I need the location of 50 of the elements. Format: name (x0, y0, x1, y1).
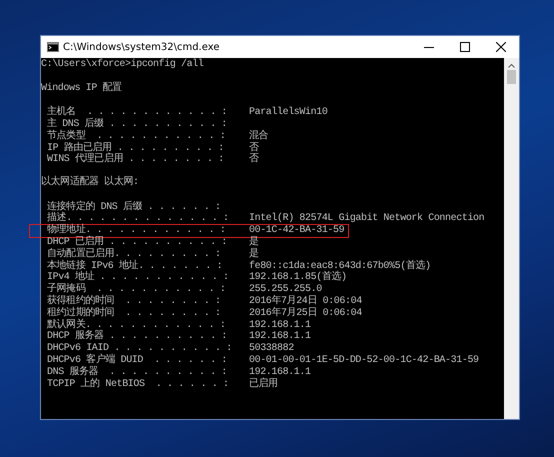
entry-label: 连接特定的 DNS 后缀 . . . . . . : (47, 202, 222, 213)
entry-label: 主 DNS 后缀 . . . . . . . . . . : (47, 118, 228, 130)
entry-value: 是 (249, 236, 259, 248)
entry-value: 2016年7月24日 0:06:04 (249, 296, 362, 307)
console-line: C:\Users\xforce>ipconfig /all (41, 59, 204, 70)
entry-label: 描述. . . . . . . . . . . . . . : (47, 213, 230, 224)
entry-value: 2016年7月25日 0:06:04 (249, 308, 362, 320)
entry-label: 租约过期的时间 . . . . . . . . : (47, 308, 222, 319)
entry-value: Intel(R) 82574L Gigabit Network Connection (249, 213, 484, 225)
console-line: Windows IP 配置 (41, 82, 122, 94)
entry-value: 192.168.1.1 (249, 320, 311, 331)
entry-label: WINS 代理已启用 . . . . . . . . : (47, 154, 225, 166)
entry-value: 00-1C-42-BA-31-59 (249, 225, 344, 236)
entry-label: TCPIP 上的 NetBIOS . . . . . . : (47, 378, 230, 390)
section-heading: 以太网适配器 以太网: (41, 176, 139, 188)
entry-label: DHCP 服务器 . . . . . . . . . . : (47, 331, 228, 343)
entry-label: DHCPv6 IAID . . . . . . . . . . : (47, 343, 233, 354)
entry-value: 已启用 (249, 378, 278, 390)
console-icon (47, 42, 59, 52)
close-icon (496, 42, 506, 52)
entry-label: 自动配置已启用. . . . . . . . . : (47, 248, 222, 260)
entry-label: 子网掩码 . . . . . . . . . . . : (47, 284, 226, 296)
window-title: C:\Windows\system32\cmd.exe (63, 40, 220, 54)
entry-value: 192.168.1.1 (249, 331, 311, 343)
entry-value: 192.168.1.85(首选) (249, 272, 347, 284)
entry-label: 主机名 . . . . . . . . . . . . : (47, 107, 228, 118)
entry-value: 是 (249, 248, 259, 260)
entry-value: 否 (249, 154, 259, 166)
entry-value: 255.255.255.0 (249, 284, 322, 296)
entry-label: DHCPv6 客户端 DUID . . . . . . : (47, 354, 228, 366)
entry-label: 默认网关. . . . . . . . . . . . : (47, 320, 226, 331)
entry-label: IP 路由已启用 . . . . . . . . . : (47, 142, 225, 154)
entry-label: DNS 服务器 . . . . . . . . . . : (47, 366, 228, 378)
entry-value: 否 (249, 142, 259, 154)
entry-label: IPv4 地址 . . . . . . . . . . . : (47, 272, 230, 284)
entry-label: DHCP 已启用 . . . . . . . . . . : (47, 236, 228, 248)
entry-label: 节点类型 . . . . . . . . . . . : (47, 130, 226, 142)
entry-value: 50338882 (249, 343, 294, 355)
entry-value: 192.168.1.1 (249, 366, 311, 378)
entry-label: 获得租约的时间 . . . . . . . . : (47, 296, 222, 307)
entry-value: ParallelsWin10 (249, 107, 328, 119)
scroll-up-icon[interactable] (508, 63, 515, 68)
entry-value: 00-01-00-01-1E-5D-DD-52-00-1C-42-BA-31-59 (249, 354, 479, 367)
maximize-icon (460, 42, 470, 52)
scrollbar[interactable] (504, 58, 519, 419)
scrollbar-thumb[interactable] (507, 70, 516, 84)
entry-label: 物理地址. . . . . . . . . . . . : (47, 225, 226, 236)
entry-label: 本地链接 IPv6 地址. . . . . . . : (47, 260, 224, 272)
entry-value: 混合 (249, 130, 268, 142)
entry-value: fe80::c1da:eac8:643d:67b0%5(首选) (249, 260, 431, 272)
